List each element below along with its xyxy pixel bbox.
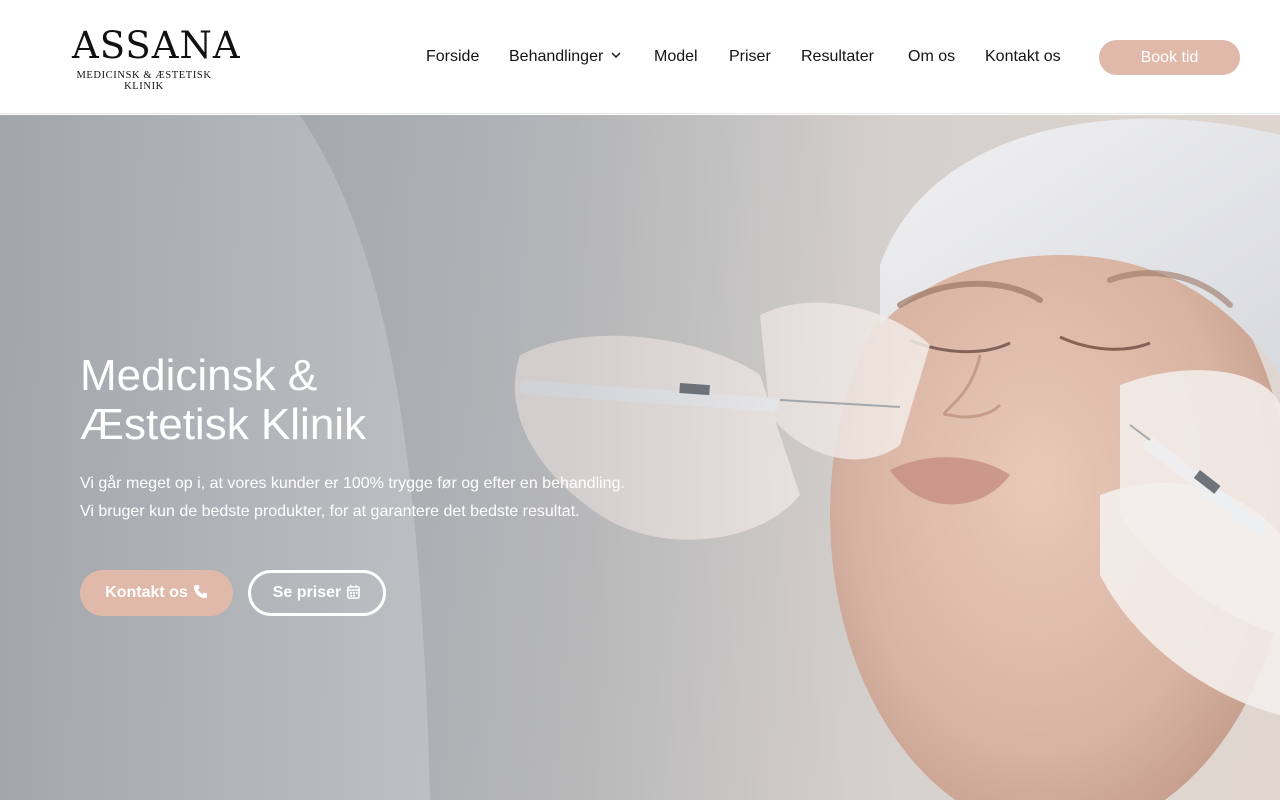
- hero-title-line-2: Æstetisk Klinik: [80, 400, 367, 449]
- nav-item-priser[interactable]: Priser: [729, 44, 771, 70]
- hero-description: Vi går meget op i, at vores kunder er 10…: [80, 470, 720, 526]
- nav-item-model[interactable]: Model: [654, 44, 698, 70]
- see-prices-button-label: Se priser: [272, 584, 342, 601]
- brand-tagline: Medicinsk & Æstetisk Klinik: [76, 70, 212, 92]
- contact-button-label: Kontakt os: [105, 584, 188, 601]
- book-appointment-button[interactable]: Book tid: [1099, 40, 1240, 75]
- chevron-down-icon: [611, 52, 621, 58]
- hero-title-line-1: Medicinsk &: [80, 351, 318, 400]
- hero-description-line-2: Vi bruger kun de bedste produkter, for a…: [80, 503, 580, 520]
- see-prices-button[interactable]: Se priser: [248, 570, 386, 616]
- nav-item-label: Behandlinger: [509, 48, 604, 65]
- phone-icon: [193, 584, 207, 599]
- nav-item-behandlinger[interactable]: Behandlinger: [509, 44, 621, 70]
- hero-description-line-1: Vi går meget op i, at vores kunder er 10…: [80, 475, 625, 492]
- brand-logo[interactable]: ASSANA Medicinsk & Æstetisk Klinik: [60, 24, 241, 92]
- hero-title: Medicinsk & Æstetisk Klinik: [80, 351, 640, 449]
- nav-item-om-os[interactable]: Om os: [908, 44, 955, 70]
- site-header: ASSANA Medicinsk & Æstetisk Klinik Forsi…: [0, 0, 1280, 114]
- calendar-icon: [347, 584, 361, 599]
- nav-item-forside[interactable]: Forside: [426, 44, 479, 70]
- nav-item-resultater[interactable]: Resultater: [801, 44, 874, 70]
- hero-section: Medicinsk & Æstetisk Klinik Vi går meget…: [0, 115, 1280, 800]
- contact-button[interactable]: Kontakt os: [80, 570, 233, 616]
- brand-name: ASSANA: [72, 24, 241, 67]
- hero-overlay: [0, 115, 1280, 800]
- nav-item-kontakt-os[interactable]: Kontakt os: [985, 44, 1061, 70]
